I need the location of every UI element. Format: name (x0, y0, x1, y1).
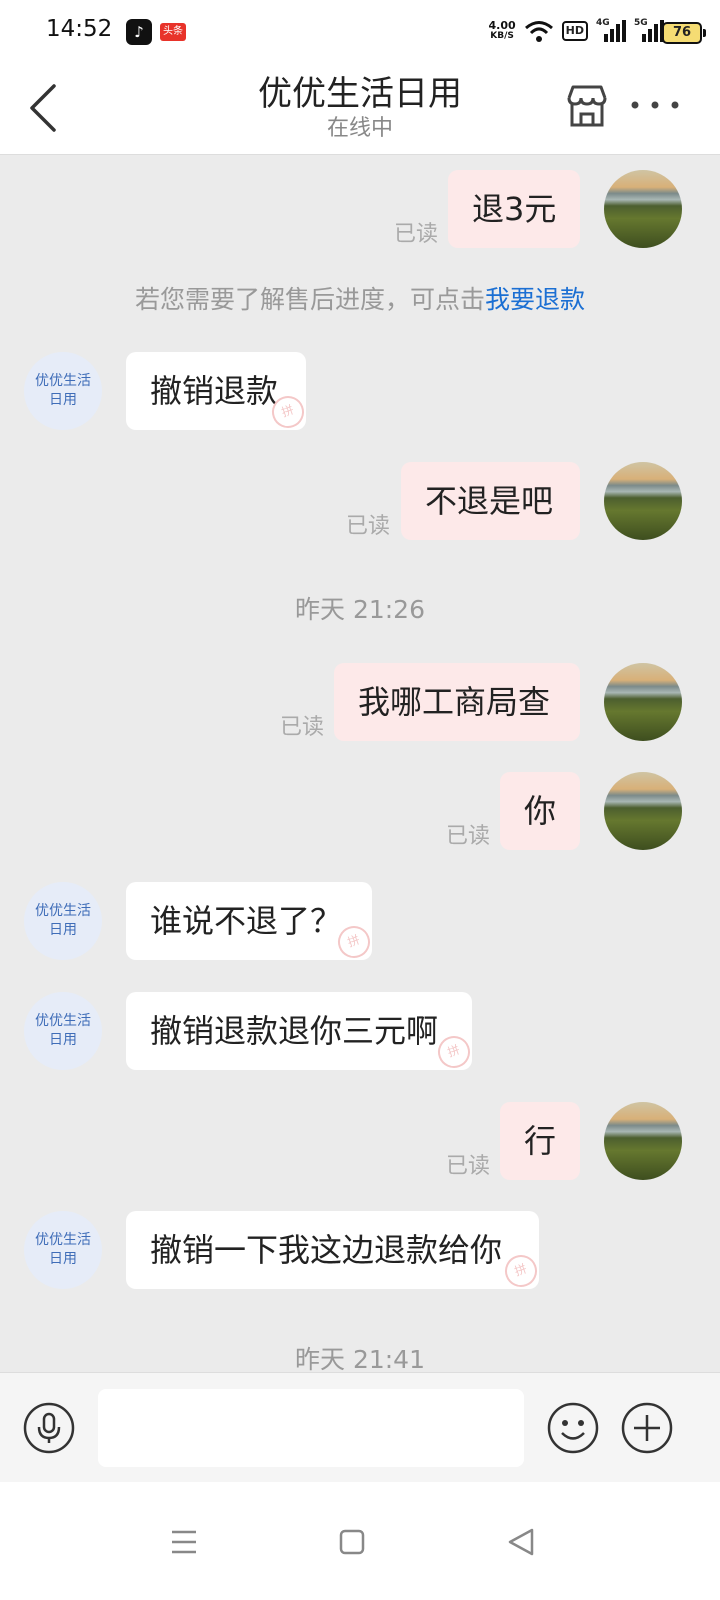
network-speed-value: 4.00 (488, 19, 516, 32)
plus-icon[interactable] (620, 1401, 674, 1455)
shop-icon[interactable] (563, 82, 611, 130)
shop-avatar-line1: 优优生活 (35, 903, 91, 919)
menu-icon[interactable] (154, 1512, 214, 1572)
shop-message-bubble[interactable]: 撤销一下我这边退款给你 拼 (126, 1211, 539, 1289)
input-bar (0, 1372, 720, 1483)
shop-avatar-line1: 优优生活 (35, 1013, 91, 1029)
message-row: 已读 不退是吧 (0, 462, 720, 542)
signal-4g-icon: 4G (596, 18, 626, 44)
read-receipt: 已读 (446, 824, 491, 849)
timestamp: 昨天 21:26 (295, 595, 425, 624)
shop-avatar[interactable]: 优优生活 日用 (24, 882, 102, 960)
my-avatar[interactable] (604, 772, 682, 850)
message-row: 优优生活日用 撤销退款 拼 (0, 352, 720, 432)
message-row: 优优生活日用 撤销退款退你三元啊 拼 (0, 992, 720, 1072)
wifi-icon (524, 21, 553, 42)
shop-avatar-line2: 日用 (49, 922, 77, 938)
my-avatar[interactable] (604, 663, 682, 741)
battery-icon: 76 (662, 22, 706, 44)
read-receipt: 已读 (346, 514, 391, 539)
shop-message-text: 撤销一下我这边退款给你 (150, 1231, 503, 1269)
voice-icon[interactable] (22, 1401, 76, 1455)
shop-message-bubble[interactable]: 撤销退款退你三元啊 拼 (126, 992, 472, 1070)
system-nav-bar (0, 1482, 720, 1600)
online-status: 在线中 (326, 116, 393, 141)
stamp-icon: 拼 (433, 1031, 472, 1070)
hd-icon: HD (561, 21, 588, 41)
message-row: 已读 你 (0, 772, 720, 852)
shop-message-text: 谁说不退了？ (150, 902, 343, 940)
toutiao-icon: 头条 (160, 23, 186, 41)
network-speed: 4.00 KB/S (489, 20, 516, 42)
my-message-bubble[interactable]: 退3元 (448, 170, 580, 248)
my-avatar[interactable] (604, 170, 682, 248)
status-bar: 14:52 ♪ 头条 4.00 KB/S HD 4G 5G 76 (0, 0, 720, 62)
my-message-bubble[interactable]: 我哪工商局查 (334, 663, 580, 741)
my-message-bubble[interactable]: 行 (500, 1102, 580, 1180)
status-time: 14:52 (46, 16, 113, 42)
read-receipt: 已读 (394, 222, 439, 247)
my-message-bubble[interactable]: 你 (500, 772, 580, 850)
signal-5g-icon: 5G (634, 18, 664, 44)
message-input[interactable] (98, 1389, 524, 1467)
message-row: 已读 退3元 (0, 170, 720, 250)
shop-avatar[interactable]: 优优生活 日用 (24, 1211, 102, 1289)
more-icon[interactable] (630, 90, 680, 120)
system-notice: 若您需要了解售后进度，可点击我要退款 (0, 280, 720, 316)
stamp-icon: 拼 (500, 1250, 539, 1289)
shop-message-text: 撤销退款 (150, 372, 279, 410)
home-icon[interactable] (322, 1512, 382, 1572)
message-row: 优优生活日用 谁说不退了？ 拼 (0, 882, 720, 962)
my-avatar[interactable] (604, 1102, 682, 1180)
message-row: 已读 行 (0, 1102, 720, 1182)
shop-avatar[interactable]: 优优生活 日用 (24, 352, 102, 430)
my-message-bubble[interactable]: 不退是吧 (401, 462, 580, 540)
tiktok-icon: ♪ (126, 19, 152, 45)
shop-avatar-line2: 日用 (49, 1032, 77, 1048)
shop-message-text: 撤销退款退你三元啊 (150, 1012, 439, 1050)
message-row: 已读 我哪工商局查 (0, 663, 720, 743)
shop-avatar[interactable]: 优优生活 日用 (24, 992, 102, 1070)
shop-message-bubble[interactable]: 撤销退款 拼 (126, 352, 306, 430)
read-receipt: 已读 (280, 715, 325, 740)
network-speed-unit: KB/S (490, 31, 514, 41)
my-avatar[interactable] (604, 462, 682, 540)
shop-avatar-line1: 优优生活 (35, 1232, 91, 1248)
timestamp: 昨天 21:41 (295, 1345, 425, 1374)
message-row: 优优生活日用 撤销一下我这边退款给你 拼 (0, 1211, 720, 1291)
shop-avatar-line1: 优优生活 (35, 373, 91, 389)
shop-avatar-line2: 日用 (49, 1251, 77, 1267)
system-notice-text: 若您需要了解售后进度，可点击 (134, 285, 485, 314)
chat-title: 优优生活日用 (258, 74, 462, 114)
back-triangle-icon[interactable] (492, 1512, 552, 1572)
read-receipt: 已读 (446, 1154, 491, 1179)
status-indicators: 4.00 KB/S HD 4G 5G (489, 17, 664, 45)
emoji-icon[interactable] (546, 1401, 600, 1455)
chat-header: 优优生活日用 在线中 (0, 62, 720, 155)
refund-link[interactable]: 我要退款 (485, 285, 585, 314)
shop-message-bubble[interactable]: 谁说不退了？ 拼 (126, 882, 372, 960)
shop-avatar-line2: 日用 (49, 392, 77, 408)
